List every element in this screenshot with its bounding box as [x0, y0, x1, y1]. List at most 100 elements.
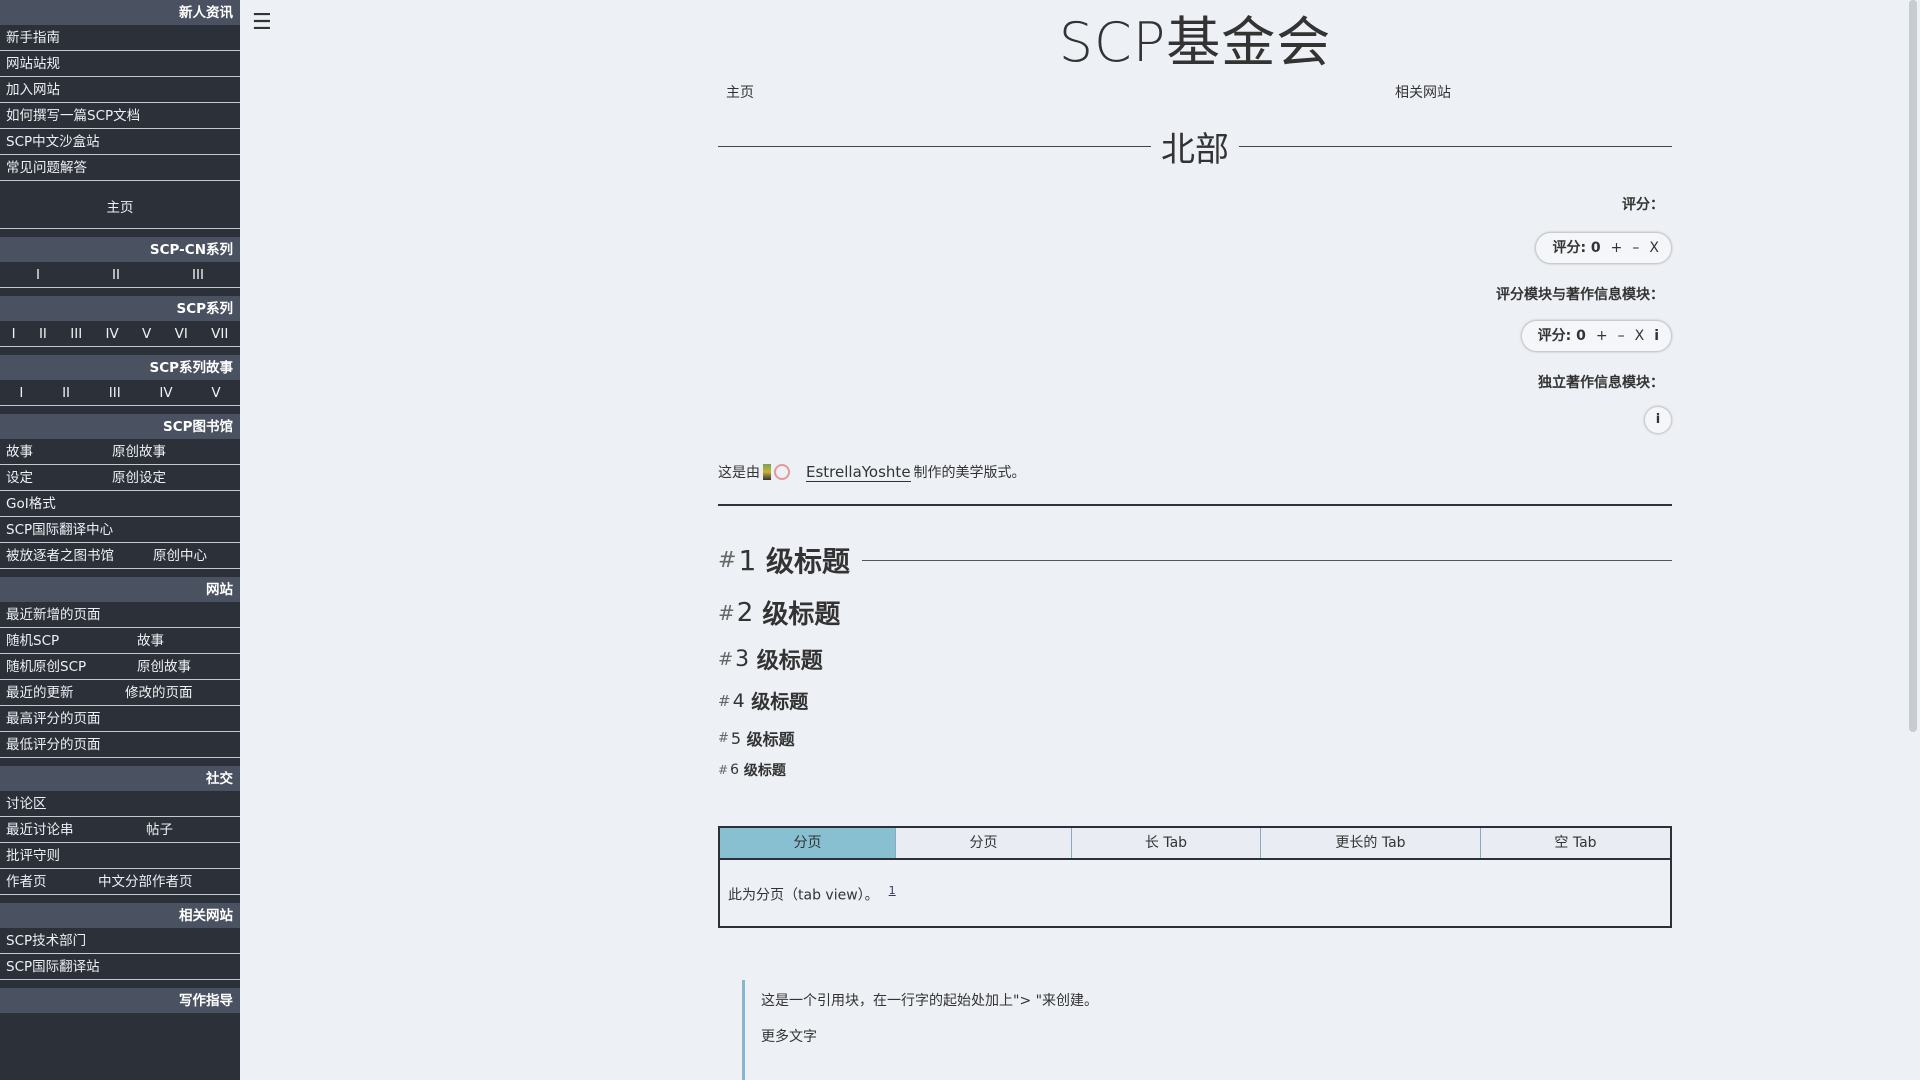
sidebar-item-scp-3[interactable]: III — [70, 321, 82, 346]
hamburger-icon[interactable]: ☰ — [252, 10, 272, 35]
sidebar-item-scpcn-3[interactable]: III — [192, 262, 204, 287]
sidebar-item-story-5[interactable]: V — [211, 380, 220, 405]
sidebar-item-random-original-tale[interactable]: 原创故事 — [137, 654, 191, 679]
rate-up-button[interactable]: + — [1611, 233, 1623, 263]
top-nav: 主页 相关网站 — [718, 76, 1672, 102]
avatar-icon — [774, 464, 790, 480]
sidebar-item-canons[interactable]: 设定 — [6, 465, 112, 490]
sidebar-head-newbie: 新人资讯 — [0, 0, 240, 25]
scrollbar-thumb[interactable] — [1909, 0, 1917, 732]
sidebar-item-scp-7[interactable]: VII — [211, 321, 228, 346]
main-content: SCP基金会 主页 相关网站 北部 评分： 评分: 0 + – X 评分模块与著… — [718, 0, 1672, 1080]
sidebar-item-scpcn-1[interactable]: I — [36, 262, 40, 287]
rate-down-button[interactable]: – — [1632, 233, 1639, 263]
sidebar-item-random-tale[interactable]: 故事 — [137, 628, 164, 653]
tab-empty[interactable]: 空 Tab — [1481, 828, 1670, 858]
sidebar-item-random-original-scp[interactable]: 随机原创SCP — [6, 654, 137, 679]
sidebar-item-howto[interactable]: 如何撰写一篇SCP文档 — [0, 103, 240, 129]
sidebar-item-goi[interactable]: GoI格式 — [0, 491, 240, 517]
sidebar-item-scp-6[interactable]: VI — [175, 321, 188, 346]
sidebar-item-lowest-rated[interactable]: 最低评分的页面 — [0, 732, 240, 758]
tab-content: 此为分页（tab view）。 1 — [720, 860, 1670, 926]
info-icon[interactable]: i — [1654, 321, 1659, 351]
sidebar-item-scp-2[interactable]: II — [39, 321, 47, 346]
footnote-link[interactable]: 1 — [889, 884, 896, 897]
credit-prefix: 这是由 — [718, 465, 760, 481]
sidebar-item-story-1[interactable]: I — [19, 380, 23, 405]
sidebar-row-recent-threads: 最近讨论串 帖子 — [0, 817, 240, 843]
rating-author-module-wrap: 评分: 0 + – X i — [718, 320, 1672, 352]
sidebar-row-recent-changes: 最近的更新 修改的页面 — [0, 680, 240, 706]
nav-home-link[interactable]: 主页 — [726, 82, 754, 102]
sidebar-item-scp-1[interactable]: I — [12, 321, 16, 346]
sidebar-item-random-scp[interactable]: 随机SCP — [6, 628, 137, 653]
sidebar-item-author-page[interactable]: 作者页 — [6, 869, 98, 894]
credit-author-link[interactable]: EstrellaYoshte — [806, 463, 911, 482]
sidebar-item-original-canons[interactable]: 原创设定 — [112, 465, 166, 490]
sidebar-item-recent-threads[interactable]: 最近讨论串 — [6, 817, 146, 842]
sidebar-row-canons: 设定 原创设定 — [0, 465, 240, 491]
rate-down-button-2[interactable]: – — [1618, 321, 1625, 351]
quote-line-2: 更多文字 — [761, 1029, 817, 1045]
sidebar-item-cn-author-page[interactable]: 中文分部作者页 — [98, 869, 193, 894]
sidebar-item-forum[interactable]: 讨论区 — [0, 791, 240, 817]
sidebar-head-social: 社交 — [0, 766, 240, 791]
sidebar-item-modified-pages[interactable]: 修改的页面 — [125, 680, 193, 705]
heading-1: #1 级标题 — [718, 540, 1672, 580]
scrollbar[interactable] — [1906, 0, 1920, 1080]
sidebar-item-main[interactable]: 主页 — [0, 187, 240, 229]
sidebar-item-join[interactable]: 加入网站 — [0, 77, 240, 103]
sidebar-item-critique[interactable]: 批评守则 — [0, 843, 240, 869]
sidebar-item-sandbox[interactable]: SCP中文沙盒站 — [0, 129, 240, 155]
sidebar-item-scp-5[interactable]: V — [142, 321, 151, 346]
sidebar-item-original-tales[interactable]: 原创故事 — [112, 439, 166, 464]
sidebar-item-story-4[interactable]: IV — [159, 380, 172, 405]
sidebar-item-scpcn-2[interactable]: II — [112, 262, 120, 287]
sidebar-row-stories: I II III IV V — [0, 380, 240, 406]
divider — [718, 504, 1672, 506]
rating-value-2: 评分: 0 — [1537, 328, 1586, 344]
sidebar-item-wanderers[interactable]: 被放逐者之图书馆 — [6, 543, 153, 568]
tab-view: 分页 分页 长 Tab 更长的 Tab 空 Tab 此为分页（tab view）… — [718, 826, 1672, 928]
rate-up-button-2[interactable]: + — [1596, 321, 1608, 351]
sidebar-head-writing: 写作指导 — [0, 988, 240, 1013]
sidebar-head-related: 相关网站 — [0, 903, 240, 928]
tab-2[interactable]: 分页 — [896, 828, 1072, 858]
sidebar-item-guide[interactable]: 新手指南 — [0, 25, 240, 51]
sidebar-item-tech[interactable]: SCP技术部门 — [0, 928, 240, 954]
rate-cancel-button-2[interactable]: X — [1635, 321, 1645, 351]
sidebar-row-random-scp: 随机SCP 故事 — [0, 628, 240, 654]
author-info-icon[interactable]: i — [1644, 406, 1672, 434]
heading-4: #4 级标题 — [718, 689, 809, 714]
sidebar-item-intl-hub[interactable]: SCP国际翻译中心 — [0, 517, 240, 543]
site-title: SCP基金会 — [1058, 11, 1332, 74]
tab-1[interactable]: 分页 — [720, 828, 896, 858]
heading-2: #2 级标题 — [718, 597, 841, 631]
sidebar-item-intl-translation[interactable]: SCP国际翻译站 — [0, 954, 240, 980]
tab-longer[interactable]: 更长的 Tab — [1261, 828, 1481, 858]
author-info-label: 独立著作信息模块： — [1538, 375, 1664, 391]
sidebar-item-faq[interactable]: 常见问题解答 — [0, 155, 240, 181]
sidebar-item-posts[interactable]: 帖子 — [146, 817, 173, 842]
title-rule-right — [1239, 145, 1672, 147]
sidebar-item-story-3[interactable]: III — [109, 380, 121, 405]
sidebar-item-original-hub[interactable]: 原创中心 — [153, 543, 207, 568]
page-title-row: 北部 — [718, 120, 1672, 172]
tab-long[interactable]: 长 Tab — [1072, 828, 1261, 858]
rating-module-wrap: 评分: 0 + – X — [718, 232, 1672, 264]
sidebar-item-top-rated[interactable]: 最高评分的页面 — [0, 706, 240, 732]
sidebar-item-recent-new[interactable]: 最近新增的页面 — [0, 602, 240, 628]
sidebar-head-scp: SCP系列 — [0, 296, 240, 321]
sidebar-head-stories: SCP系列故事 — [0, 355, 240, 380]
blockquote: 这是一个引用块，在一行字的起始处加上"> "来创建。 更多文字 — [742, 980, 1660, 1080]
sidebar: 新人资讯 新手指南 网站站规 加入网站 如何撰写一篇SCP文档 SCP中文沙盒站… — [0, 0, 240, 1080]
rate-cancel-button[interactable]: X — [1649, 233, 1659, 263]
sidebar-item-story-2[interactable]: II — [62, 380, 70, 405]
sidebar-item-tales[interactable]: 故事 — [6, 439, 112, 464]
credit-suffix: 制作的美学版式。 — [913, 465, 1026, 481]
sidebar-item-recent-changes[interactable]: 最近的更新 — [6, 680, 125, 705]
nav-related-link[interactable]: 相关网站 — [1395, 82, 1451, 102]
credit-line: 这是由 EstrellaYoshte 制作的美学版式。 — [718, 462, 1672, 482]
sidebar-item-rules[interactable]: 网站站规 — [0, 51, 240, 77]
sidebar-item-scp-4[interactable]: IV — [106, 321, 119, 346]
